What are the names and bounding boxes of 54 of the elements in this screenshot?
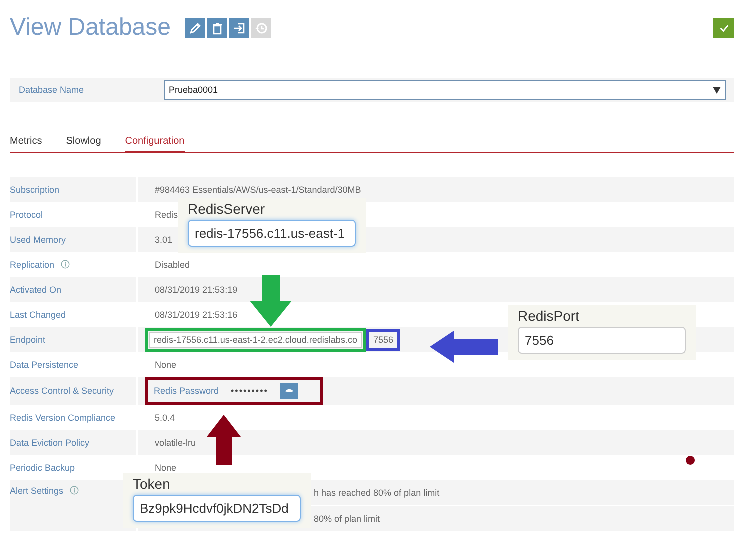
alert-text: h has reached 80% of plan limit xyxy=(314,488,440,498)
callout-label: Token xyxy=(133,476,172,492)
alert-text: 80% of plan limit xyxy=(314,514,380,524)
history-icon xyxy=(254,22,268,34)
info-icon[interactable] xyxy=(70,486,79,495)
trash-icon xyxy=(210,22,224,34)
pencil-icon xyxy=(188,22,202,34)
row-label: Subscription xyxy=(10,184,60,194)
row-label: Redis Version Compliance xyxy=(10,412,116,422)
password-value: ••••••••• xyxy=(231,386,268,396)
row-label: Periodic Backup xyxy=(10,462,76,472)
tab[interactable]: Configuration xyxy=(125,128,185,152)
row-label: Used Memory xyxy=(10,234,66,244)
page-title: View Database xyxy=(10,14,171,42)
row-label: Data Persistence xyxy=(10,360,79,370)
row-label: Activated On xyxy=(10,284,62,294)
export-button[interactable] xyxy=(229,18,249,38)
callout-label: RedisServer xyxy=(188,201,266,217)
row-label: Access Control & Security xyxy=(10,386,114,396)
row-value: 3.01 xyxy=(154,234,173,244)
row-value: Redis xyxy=(154,210,178,220)
database-select[interactable]: Prueba0001 xyxy=(164,80,726,100)
text-field[interactable]: 7556 xyxy=(518,327,686,354)
row-label: Endpoint xyxy=(10,334,46,344)
row-value: None xyxy=(154,462,177,472)
row-value: 08/31/2019 21:53:16 xyxy=(154,310,238,320)
row-label: Replication xyxy=(10,260,55,270)
row-value: 5.0.4 xyxy=(154,412,176,422)
text-field[interactable]: Bz9pk9Hcdvf0jkDN2TsDd xyxy=(133,495,301,522)
text-field[interactable]: redis-17556.c11.us-east-1 xyxy=(188,220,356,247)
endpoint-field[interactable]: redis-17556.c11.us-east-1-2.ec2.cloud.redislabs.co xyxy=(149,332,362,348)
info-icon[interactable] xyxy=(60,260,70,269)
tab[interactable]: Slowlog xyxy=(66,128,102,152)
row-label: Data Eviction Policy xyxy=(10,438,90,448)
callout-label: RedisPort xyxy=(518,308,580,324)
row-label: Last Changed xyxy=(10,310,66,320)
row-value: None xyxy=(154,360,177,370)
row-label: Protocol xyxy=(10,210,44,220)
reveal-password-button[interactable] xyxy=(280,383,298,399)
edit-button[interactable] xyxy=(185,18,205,38)
row-value: 08/31/2019 21:53:19 xyxy=(154,284,238,294)
tab[interactable]: Metrics xyxy=(10,128,42,152)
port-highlight: 7556 xyxy=(366,328,400,350)
row-value: volatile-lru xyxy=(154,438,196,448)
sign-in-icon xyxy=(232,22,246,34)
row-value: Disabled xyxy=(154,260,190,270)
field-label: Redis Password xyxy=(154,386,220,396)
row-value: #984463 Essentials/AWS/us-east-1/Standard/30MB xyxy=(154,184,362,194)
eye-icon xyxy=(284,388,294,394)
caret-icon xyxy=(713,86,721,94)
row-label: Alert Settings xyxy=(10,486,64,496)
delete-button[interactable] xyxy=(207,18,227,38)
field-label: Database Name xyxy=(18,85,86,95)
confirm-button[interactable] xyxy=(713,18,734,38)
